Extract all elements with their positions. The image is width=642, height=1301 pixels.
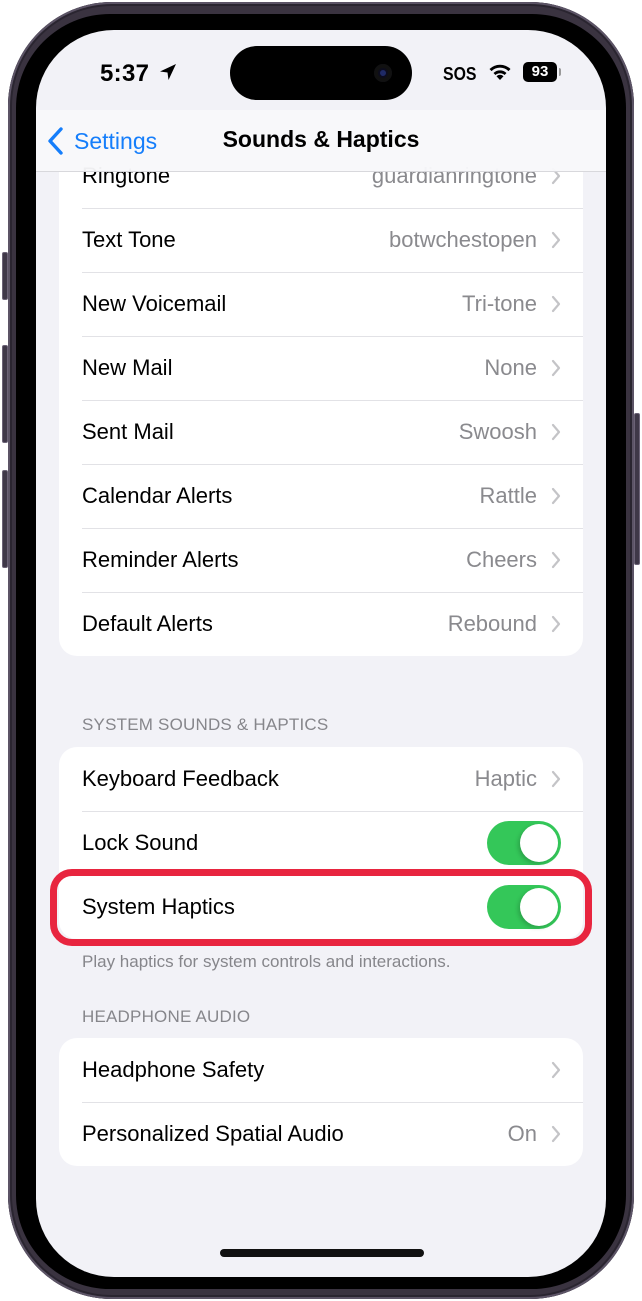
wifi-icon bbox=[489, 64, 511, 80]
chevron-right-icon bbox=[551, 423, 561, 441]
row-label: Keyboard Feedback bbox=[82, 766, 279, 791]
camera-icon bbox=[374, 64, 392, 82]
list-item-text-tone[interactable]: Text Tone botwchestopen bbox=[59, 208, 583, 272]
row-label: System Haptics bbox=[82, 894, 235, 919]
row-label: New Voicemail bbox=[82, 291, 227, 316]
dynamic-island bbox=[230, 46, 412, 100]
row-label: Lock Sound bbox=[82, 830, 199, 855]
toggle-knob bbox=[520, 888, 558, 926]
list-item-new-voicemail[interactable]: New Voicemail Tri-tone bbox=[59, 272, 583, 336]
headphone-group: Headphone Safety Personalized Spatial Au… bbox=[59, 1038, 583, 1166]
list-item-new-mail[interactable]: New Mail None bbox=[59, 336, 583, 400]
screen: 5:37 SOS 93 Settings Sounds & Haptics Ri… bbox=[36, 30, 606, 1277]
row-label: Reminder Alerts bbox=[82, 547, 239, 572]
home-indicator[interactable] bbox=[220, 1249, 424, 1257]
toggle-knob bbox=[520, 824, 558, 862]
sounds-group: Ringtone guardianringtone Text Tone botw… bbox=[59, 144, 583, 656]
list-item-default-alerts[interactable]: Default Alerts Rebound bbox=[59, 592, 583, 656]
row-value: botwchestopen bbox=[389, 227, 537, 252]
row-label: Headphone Safety bbox=[82, 1057, 265, 1082]
list-item-personalized-spatial-audio[interactable]: Personalized Spatial Audio On bbox=[59, 1102, 583, 1166]
list-item-calendar-alerts[interactable]: Calendar Alerts Rattle bbox=[59, 464, 583, 528]
system-group: Keyboard Feedback Haptic Lock Sound Syst… bbox=[59, 747, 583, 939]
volume-up-button bbox=[2, 345, 8, 443]
row-value: Cheers bbox=[466, 547, 537, 572]
chevron-right-icon bbox=[551, 231, 561, 249]
list-item-reminder-alerts[interactable]: Reminder Alerts Cheers bbox=[59, 528, 583, 592]
page-title: Sounds & Haptics bbox=[222, 126, 420, 152]
chevron-right-icon bbox=[551, 615, 561, 633]
row-label: Calendar Alerts bbox=[82, 483, 233, 508]
list-item-headphone-safety[interactable]: Headphone Safety bbox=[59, 1038, 583, 1102]
chevron-right-icon bbox=[551, 551, 561, 569]
navigation-bar: Settings Sounds & Haptics bbox=[36, 110, 606, 172]
list-item-system-haptics: System Haptics bbox=[59, 875, 583, 939]
system-haptics-footer: Play haptics for system controls and int… bbox=[82, 952, 451, 971]
row-value: None bbox=[484, 355, 537, 380]
row-value: Haptic bbox=[474, 766, 537, 791]
row-value: Swoosh bbox=[458, 419, 537, 444]
row-label: Text Tone bbox=[82, 227, 176, 252]
row-value: Rattle bbox=[479, 483, 537, 508]
section-header-headphone: HEADPHONE AUDIO bbox=[82, 1007, 251, 1026]
list-item-sent-mail[interactable]: Sent Mail Swoosh bbox=[59, 400, 583, 464]
volume-down-button bbox=[2, 470, 8, 568]
battery-indicator: 93 bbox=[523, 62, 557, 82]
row-value: Rebound bbox=[447, 611, 537, 636]
chevron-right-icon bbox=[551, 1125, 561, 1143]
chevron-right-icon bbox=[551, 487, 561, 505]
chevron-right-icon bbox=[551, 295, 561, 313]
list-item-keyboard-feedback[interactable]: Keyboard Feedback Haptic bbox=[59, 747, 583, 811]
location-arrow-icon bbox=[160, 64, 176, 80]
chevron-right-icon bbox=[551, 359, 561, 377]
action-button bbox=[2, 252, 8, 300]
row-value: On bbox=[507, 1121, 537, 1146]
battery-tip bbox=[559, 68, 561, 76]
chevron-right-icon bbox=[551, 1061, 561, 1079]
system-haptics-toggle[interactable] bbox=[487, 885, 561, 929]
row-label: Default Alerts bbox=[82, 611, 213, 636]
lock-sound-toggle[interactable] bbox=[487, 821, 561, 865]
row-label: Personalized Spatial Audio bbox=[82, 1121, 344, 1146]
chevron-right-icon bbox=[551, 770, 561, 788]
row-label: Sent Mail bbox=[82, 419, 174, 444]
section-header-system: SYSTEM SOUNDS & HAPTICS bbox=[82, 715, 329, 734]
row-label: New Mail bbox=[82, 355, 173, 380]
side-power-button bbox=[634, 413, 640, 565]
list-item-lock-sound: Lock Sound bbox=[59, 811, 583, 875]
status-time: 5:37 bbox=[100, 60, 150, 87]
row-value: Tri-tone bbox=[462, 291, 537, 316]
carrier-status: SOS bbox=[443, 64, 477, 84]
